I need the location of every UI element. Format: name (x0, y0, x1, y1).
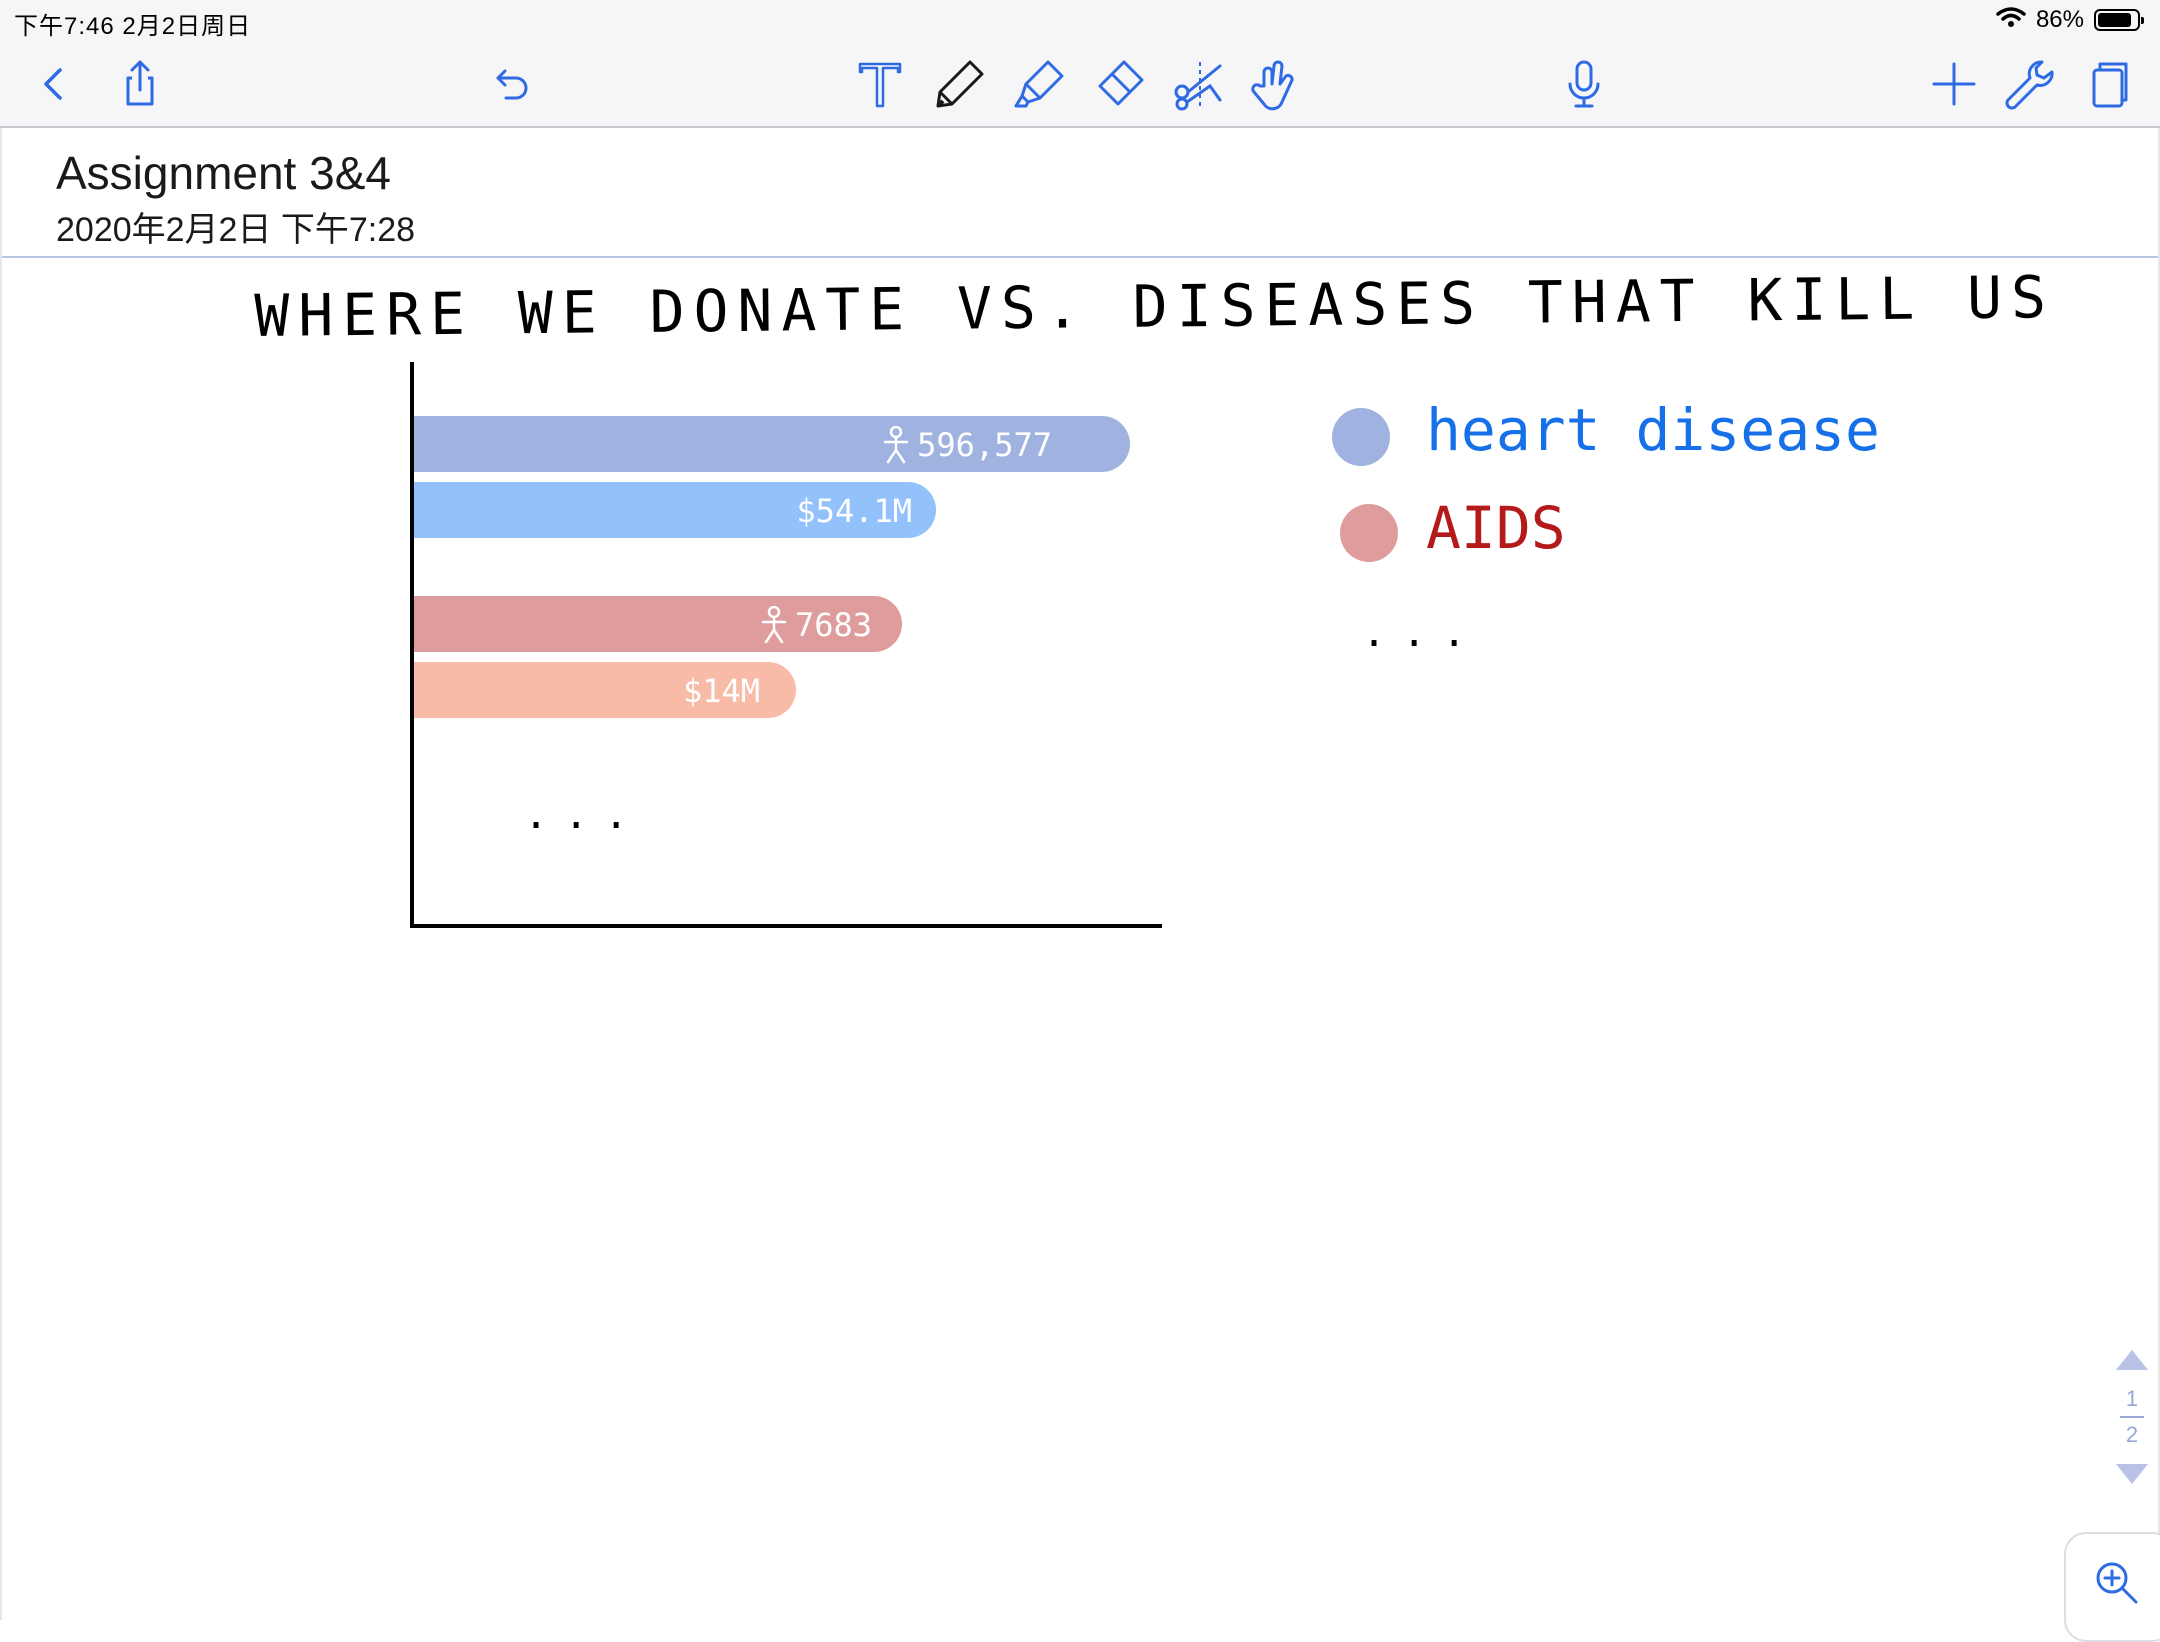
microphone-icon[interactable] (1552, 52, 1616, 116)
wifi-icon (1996, 6, 2026, 35)
battery-percent: 86% (2035, 6, 2084, 33)
battery-icon (2094, 9, 2144, 31)
legend-dot-heart-disease (1332, 408, 1390, 466)
status-bar: 下午7:46 2月2日周日 86% (0, 0, 2160, 40)
zoom-in-icon (2096, 1562, 2138, 1604)
legend-dot-aids (1340, 504, 1398, 562)
legend-more-marker: ... (1362, 610, 1483, 656)
total-pages: 2 (2125, 1422, 2139, 1447)
page-divider (2120, 1416, 2144, 1418)
pen-icon[interactable] (928, 52, 992, 116)
note-canvas[interactable]: WHERE WE DONATE VS. DISEASES THAT KILL U… (0, 258, 2160, 1620)
note-title[interactable]: Assignment 3&4 (56, 146, 391, 200)
wrench-icon[interactable] (1996, 52, 2060, 116)
bar-aids-deaths: 7683 (414, 596, 902, 652)
highlighter-icon[interactable] (1008, 52, 1072, 116)
text-tool-icon[interactable] (848, 52, 912, 116)
legend-label-heart-disease: heart disease (1426, 396, 1880, 464)
x-axis (410, 924, 1162, 928)
chevron-left-icon[interactable] (22, 52, 86, 116)
bar-aids-donations: $14M (414, 662, 796, 718)
page-navigator: 1 2 (2112, 1350, 2152, 1484)
eraser-icon[interactable] (1086, 52, 1150, 116)
status-indicators: 86% (1996, 6, 2144, 35)
chart-more-marker: ... (524, 792, 645, 838)
page-up-arrow-icon[interactable] (2116, 1350, 2148, 1370)
status-time: 下午7:46 2月2日周日 (14, 13, 252, 40)
bar-heart-disease-donations: $54.1M (414, 482, 936, 538)
plus-icon[interactable] (1922, 52, 1986, 116)
bar-label-aids-deaths: 7683 (759, 606, 872, 644)
undo-icon[interactable] (478, 52, 542, 116)
toolbar (0, 40, 2160, 128)
legend-label-aids: AIDS (1426, 494, 1566, 562)
pages-icon[interactable] (2076, 52, 2140, 116)
person-icon (883, 426, 909, 464)
battery-level (2098, 13, 2131, 27)
current-page: 1 (2125, 1386, 2139, 1411)
page-down-arrow-icon[interactable] (2116, 1464, 2148, 1484)
bar-label-heart-deaths: 596,577 (881, 426, 1052, 464)
chart-title: WHERE WE DONATE VS. DISEASES THAT KILL U… (254, 263, 2056, 350)
zoom-button[interactable] (2064, 1532, 2160, 1642)
hand-pointer-icon[interactable] (1240, 52, 1304, 116)
scissors-icon[interactable] (1166, 52, 1230, 116)
share-icon[interactable] (108, 52, 172, 116)
bar-label-heart-donations: $54.1M (796, 492, 912, 530)
bar-heart-disease-deaths: 596,577 (414, 416, 1130, 472)
person-icon (761, 606, 787, 644)
bar-label-aids-donations: $14M (682, 672, 760, 710)
note-header: Assignment 3&4 2020年2月2日 下午7:28 (0, 128, 2160, 258)
note-date: 2020年2月2日 下午7:28 (56, 211, 416, 249)
